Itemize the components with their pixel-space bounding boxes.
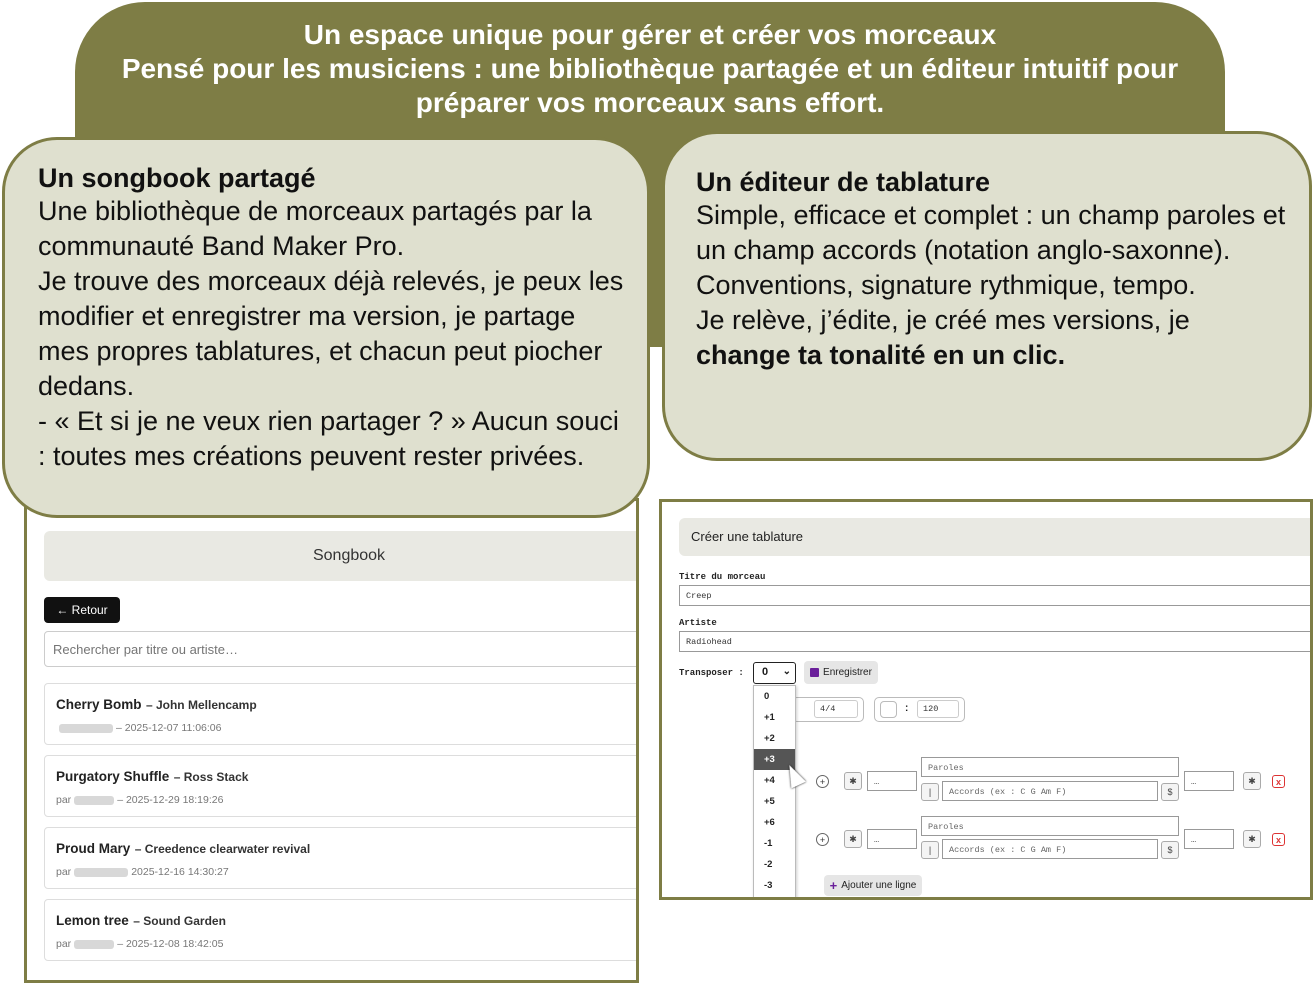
transpose-option[interactable]: +2 (754, 728, 795, 749)
transpose-dropdown: 0 +1 +2 +3 +4 +5 +6 -1 -2 -3 (753, 685, 796, 897)
transpose-option[interactable]: +6 (754, 812, 795, 833)
delete-line-button[interactable]: x (1272, 775, 1285, 788)
artist-input[interactable]: Radiohead (679, 631, 1310, 652)
tempo-icon-box[interactable] (880, 701, 897, 718)
author-prefix: par (56, 794, 72, 806)
separator-button[interactable]: $ (1161, 841, 1179, 859)
transpose-option[interactable]: -2 (754, 854, 795, 875)
separator-button[interactable]: $ (1161, 783, 1179, 801)
convention-input[interactable]: … (867, 829, 917, 849)
song-title: Purgatory Shuffle (56, 769, 170, 784)
songbook-header: Songbook (44, 531, 636, 581)
bar-button[interactable]: | (921, 841, 939, 859)
song-item-proud-mary[interactable]: Proud Mary – Creedence clearwater reviva… (44, 827, 636, 889)
bar-button[interactable]: | (921, 783, 939, 801)
chords-input[interactable]: Accords (ex : C G Am F) (942, 781, 1158, 801)
title-input[interactable]: Creep (679, 585, 1310, 606)
songbook-bubble-title: Un songbook partagé (38, 163, 316, 193)
transpose-option[interactable]: 0 (754, 686, 795, 707)
convention-input[interactable]: … (867, 771, 917, 791)
chords-input[interactable]: Accords (ex : C G Am F) (942, 839, 1158, 859)
add-convention-button[interactable]: + (816, 775, 829, 788)
editor-header: Créer une tablature (679, 518, 1310, 556)
song-artist: – Sound Garden (133, 914, 226, 928)
tempo-separator: : (905, 703, 909, 714)
add-convention-button[interactable]: + (816, 833, 829, 846)
song-item-purgatory-shuffle[interactable]: Purgatory Shuffle – Ross Stack par – 2025… (44, 755, 636, 817)
author-prefix: par (56, 938, 72, 950)
editor-bubble-title: Un éditeur de tablature (696, 167, 991, 197)
transpose-option[interactable]: -1 (754, 833, 795, 854)
song-meta: par – 2025-12-08 18:42:05 (56, 938, 636, 950)
song-item-lemon-tree[interactable]: Lemon tree – Sound Garden par – 2025-12-0… (44, 899, 636, 961)
editor-bubble-p2: Conventions, signature rythmique, tempo. (696, 270, 1196, 300)
song-date: – 2025-12-29 18:19:26 (117, 794, 224, 806)
search-input[interactable] (44, 631, 636, 667)
song-meta: par – 2025-12-29 18:19:26 (56, 794, 636, 806)
convention-right-input[interactable]: … (1184, 771, 1234, 791)
back-button[interactable]: ← Retour (44, 597, 120, 623)
transpose-option[interactable]: +5 (754, 791, 795, 812)
song-meta: par 2025-12-16 14:30:27 (56, 866, 636, 878)
song-item-cherry-bomb[interactable]: Cherry Bomb – John Mellencamp – 2025-12-… (44, 683, 636, 745)
author-redacted (59, 723, 113, 733)
song-artist: – John Mellencamp (145, 698, 257, 712)
author-redacted (74, 795, 115, 805)
author-redacted (74, 867, 129, 877)
songbook-bubble-p3: - « Et si je ne veux rien partager ? » A… (38, 406, 619, 471)
song-artist: – Ross Stack (173, 770, 249, 784)
lyrics-input[interactable]: Paroles (921, 816, 1179, 836)
editor-bubble-p1: Simple, efficace et complet : un champ p… (696, 200, 1286, 265)
save-label: Enregistrer (823, 667, 872, 678)
signature-input[interactable]: 4/4 (814, 700, 858, 718)
song-title: Cherry Bomb (56, 697, 142, 712)
author-redacted (74, 939, 115, 949)
chord-picker-right-icon[interactable]: ✱ (1243, 772, 1261, 790)
song-title: Proud Mary (56, 841, 131, 856)
transpose-value: 0 (762, 666, 769, 678)
chevron-down-icon: ⌄ (782, 666, 791, 677)
song-title: Lemon tree (56, 913, 129, 928)
editor-bubble-p3: Je relève, j’édite, je créé mes versions… (696, 303, 1289, 373)
editor-bubble: Un éditeur de tablature Simple, efficace… (662, 131, 1312, 461)
transpose-option[interactable]: -3 (754, 875, 795, 896)
add-line-button[interactable]: + Ajouter une ligne (824, 875, 922, 896)
floppy-icon (810, 668, 820, 677)
artist-label: Artiste (679, 618, 717, 628)
song-date: – 2025-12-08 18:42:05 (117, 938, 224, 950)
banner-text: Un espace unique pour gérer et créer vos… (75, 18, 1225, 120)
convention-right-input[interactable]: … (1184, 829, 1234, 849)
transpose-select[interactable]: 0 ⌄ (753, 662, 796, 684)
transpose-option[interactable]: +1 (754, 707, 795, 728)
song-artist: – Creedence clearwater revival (134, 842, 311, 856)
add-line-label: Ajouter une ligne (841, 880, 917, 891)
songbook-bubble-p2: Je trouve des morceaux déjà relevés, je … (38, 266, 624, 401)
editor-bubble-p3-bold: change ta tonalité en un clic. (696, 340, 1066, 370)
chord-picker-icon[interactable]: ✱ (844, 830, 862, 848)
songbook-screenshot: Songbook ← Retour Cherry Bomb – John Mel… (24, 498, 639, 983)
song-meta: – 2025-12-07 11:06:06 (56, 722, 636, 734)
songbook-bubble-p1: Une bibliothèque de morceaux partagés pa… (38, 196, 592, 261)
song-list: Cherry Bomb – John Mellencamp – 2025-12-… (44, 683, 636, 971)
lyrics-input[interactable]: Paroles (921, 757, 1179, 777)
title-label: Titre du morceau (679, 572, 766, 582)
transpose-label: Transposer : (679, 668, 744, 678)
chord-picker-right-icon[interactable]: ✱ (1243, 830, 1261, 848)
tempo-input[interactable]: 120 (917, 700, 959, 718)
songbook-bubble: Un songbook partagé Une bibliothèque de … (2, 137, 650, 518)
chord-picker-icon[interactable]: ✱ (844, 772, 862, 790)
song-date: 2025-12-16 14:30:27 (131, 866, 229, 878)
editor-screenshot: Créer une tablature Titre du morceau Cre… (659, 499, 1313, 900)
banner-line-2: Pensé pour les musiciens : une bibliothè… (121, 53, 1179, 118)
song-date: – 2025-12-07 11:06:06 (116, 722, 222, 734)
banner-line-1: Un espace unique pour gérer et créer vos… (303, 19, 997, 50)
author-prefix: par (56, 866, 72, 878)
plus-icon: + (829, 878, 838, 893)
editor-bubble-p3-text: Je relève, j’édite, je créé mes versions… (696, 305, 1190, 335)
save-button[interactable]: Enregistrer (804, 661, 878, 684)
delete-line-button[interactable]: x (1272, 833, 1285, 846)
